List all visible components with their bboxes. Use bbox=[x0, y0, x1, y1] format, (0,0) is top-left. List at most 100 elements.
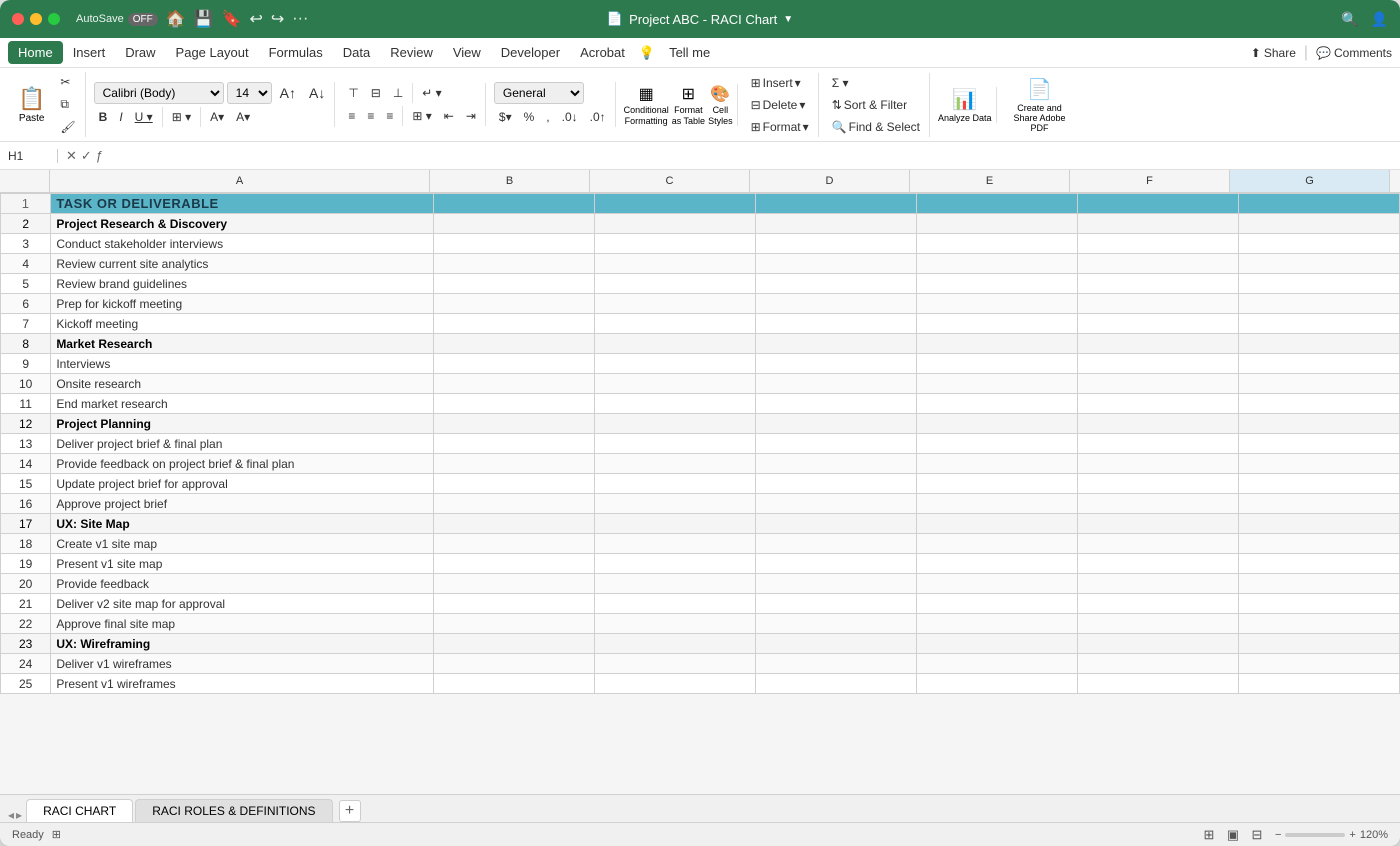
cell[interactable] bbox=[594, 494, 755, 514]
cell[interactable] bbox=[916, 594, 1077, 614]
border-button[interactable]: ⊞ ▾ bbox=[167, 107, 196, 127]
font-family-select[interactable]: Calibri (Body) bbox=[94, 82, 224, 104]
cell[interactable] bbox=[1238, 494, 1399, 514]
cell[interactable] bbox=[1238, 334, 1399, 354]
cell[interactable] bbox=[1238, 654, 1399, 674]
cell[interactable] bbox=[755, 534, 916, 554]
cell[interactable] bbox=[433, 654, 594, 674]
cell[interactable] bbox=[916, 274, 1077, 294]
cell[interactable] bbox=[916, 434, 1077, 454]
cell[interactable] bbox=[755, 314, 916, 334]
cell[interactable]: Review current site analytics bbox=[51, 254, 433, 274]
align-right-button[interactable]: ≡ bbox=[381, 106, 398, 126]
underline-button[interactable]: U ▾ bbox=[130, 107, 158, 127]
cell[interactable] bbox=[1077, 374, 1238, 394]
align-center-button[interactable]: ≡ bbox=[362, 106, 379, 126]
cell[interactable] bbox=[755, 294, 916, 314]
format-as-table-button[interactable]: ⊞ Format as Table bbox=[672, 84, 705, 126]
tab-next-icon[interactable]: ▸ bbox=[16, 808, 22, 822]
cell[interactable]: Interviews bbox=[51, 354, 433, 374]
maximize-button[interactable] bbox=[48, 13, 60, 25]
indent-increase-button[interactable]: ⇥ bbox=[461, 106, 481, 126]
cell[interactable] bbox=[1077, 234, 1238, 254]
cell[interactable] bbox=[1077, 314, 1238, 334]
cell[interactable] bbox=[594, 594, 755, 614]
cell[interactable] bbox=[594, 214, 755, 234]
cell[interactable] bbox=[594, 394, 755, 414]
cell[interactable] bbox=[755, 434, 916, 454]
cell[interactable]: Market Research bbox=[51, 334, 433, 354]
cell[interactable] bbox=[594, 414, 755, 434]
paste-button[interactable]: 📋 bbox=[12, 86, 51, 112]
cell[interactable] bbox=[1077, 294, 1238, 314]
cell[interactable] bbox=[433, 574, 594, 594]
menu-acrobat[interactable]: Acrobat bbox=[570, 41, 635, 64]
sheet-body[interactable]: 1TASK OR DELIVERABLE2Project Research & … bbox=[0, 193, 1400, 794]
font-color-button[interactable]: A▾ bbox=[231, 107, 255, 127]
home-icon[interactable]: 🏠 bbox=[166, 9, 186, 29]
col-header-b[interactable]: B bbox=[430, 170, 590, 192]
cell[interactable]: Deliver project brief & final plan bbox=[51, 434, 433, 454]
currency-button[interactable]: $▾ bbox=[494, 107, 517, 127]
cell[interactable] bbox=[1238, 454, 1399, 474]
cell[interactable] bbox=[1077, 474, 1238, 494]
cell[interactable] bbox=[594, 334, 755, 354]
cell[interactable] bbox=[755, 354, 916, 374]
autosave-toggle[interactable]: OFF bbox=[128, 13, 158, 26]
cell[interactable]: Conduct stakeholder interviews bbox=[51, 234, 433, 254]
cell[interactable] bbox=[1238, 374, 1399, 394]
cell[interactable] bbox=[916, 354, 1077, 374]
cell[interactable]: Update project brief for approval bbox=[51, 474, 433, 494]
menu-home[interactable]: Home bbox=[8, 41, 63, 64]
bookmark-icon[interactable]: 🔖 bbox=[222, 9, 242, 29]
cell[interactable] bbox=[1077, 514, 1238, 534]
cell[interactable] bbox=[1238, 294, 1399, 314]
cell[interactable] bbox=[1238, 354, 1399, 374]
cell[interactable] bbox=[916, 254, 1077, 274]
menu-view[interactable]: View bbox=[443, 41, 491, 64]
cell[interactable] bbox=[755, 554, 916, 574]
cell[interactable] bbox=[594, 294, 755, 314]
comments-button[interactable]: 💬 Comments bbox=[1316, 46, 1392, 60]
cell[interactable] bbox=[755, 474, 916, 494]
redo-icon[interactable]: ↪ bbox=[271, 9, 284, 29]
cell[interactable] bbox=[1238, 214, 1399, 234]
cell[interactable] bbox=[755, 514, 916, 534]
cell[interactable] bbox=[916, 574, 1077, 594]
cell[interactable] bbox=[433, 614, 594, 634]
decrease-decimal-button[interactable]: .0↓ bbox=[557, 107, 583, 127]
cell[interactable] bbox=[433, 354, 594, 374]
cell[interactable] bbox=[755, 574, 916, 594]
cell[interactable]: Project Research & Discovery bbox=[51, 214, 433, 234]
cell[interactable] bbox=[1238, 434, 1399, 454]
col-header-e[interactable]: E bbox=[910, 170, 1070, 192]
cell[interactable] bbox=[1238, 634, 1399, 654]
cell[interactable] bbox=[1077, 354, 1238, 374]
cell[interactable] bbox=[433, 194, 594, 214]
cell[interactable] bbox=[916, 634, 1077, 654]
cell[interactable] bbox=[1077, 634, 1238, 654]
delete-button[interactable]: ⊟ Delete ▾ bbox=[746, 95, 814, 115]
format-button[interactable]: ⊞ Format ▾ bbox=[746, 117, 814, 137]
zoom-out-icon[interactable]: − bbox=[1275, 829, 1281, 841]
cell[interactable]: UX: Wireframing bbox=[51, 634, 433, 654]
cell[interactable] bbox=[916, 334, 1077, 354]
cell[interactable] bbox=[594, 234, 755, 254]
cell[interactable] bbox=[916, 494, 1077, 514]
cell[interactable] bbox=[755, 394, 916, 414]
cell[interactable] bbox=[916, 554, 1077, 574]
add-sheet-button[interactable]: + bbox=[339, 800, 361, 822]
cell[interactable] bbox=[916, 454, 1077, 474]
cell[interactable]: Present v1 wireframes bbox=[51, 674, 433, 694]
cell[interactable] bbox=[433, 314, 594, 334]
cell[interactable] bbox=[755, 374, 916, 394]
align-left-button[interactable]: ≡ bbox=[343, 106, 360, 126]
cell[interactable] bbox=[594, 674, 755, 694]
sort-filter-button[interactable]: ⇅ Sort & Filter bbox=[827, 95, 925, 115]
decrease-font-button[interactable]: A↓ bbox=[304, 82, 330, 104]
cell[interactable] bbox=[755, 214, 916, 234]
cell[interactable]: Project Planning bbox=[51, 414, 433, 434]
page-layout-view-icon[interactable]: ▣ bbox=[1223, 827, 1243, 843]
share-button[interactable]: ⬆ Share bbox=[1251, 46, 1296, 60]
cell[interactable] bbox=[433, 434, 594, 454]
